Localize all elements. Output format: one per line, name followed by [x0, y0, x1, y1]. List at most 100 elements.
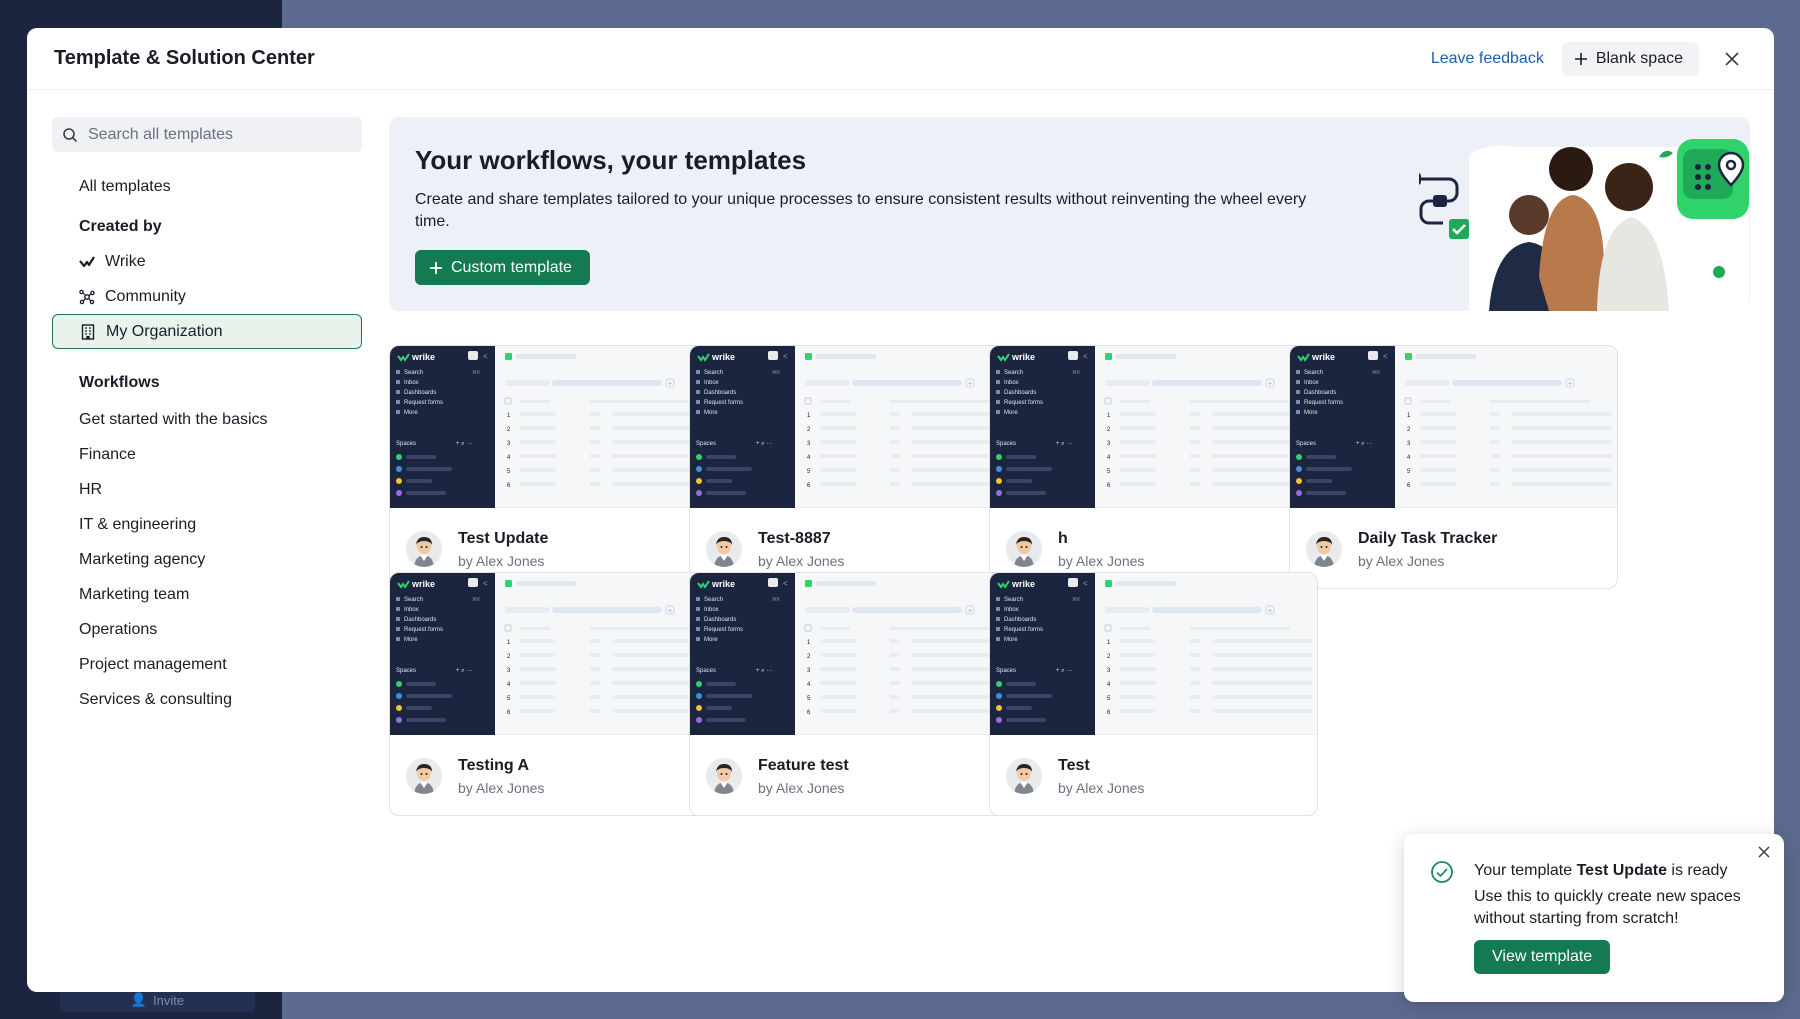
svg-text:+: + — [1268, 381, 1272, 388]
svg-text:6: 6 — [807, 710, 811, 716]
svg-text:Request forms: Request forms — [404, 627, 443, 633]
custom-template-label: Custom template — [451, 258, 572, 276]
svg-text:4: 4 — [807, 682, 811, 688]
svg-text:Inbox: Inbox — [704, 380, 719, 386]
nav-workflow-marketing-agency[interactable]: Marketing agency — [52, 542, 362, 577]
svg-text:Search: Search — [404, 597, 423, 603]
svg-text:<: < — [1383, 352, 1388, 361]
svg-text:Spaces: Spaces — [1296, 441, 1316, 447]
search-box — [52, 117, 362, 152]
template-card-3[interactable]: wrike < Search Inbox Dashboards Request for… — [1289, 345, 1618, 589]
svg-text:3: 3 — [1407, 441, 1411, 447]
plus-icon — [430, 261, 442, 274]
svg-text:4: 4 — [1407, 455, 1411, 461]
svg-text:⌘K: ⌘K — [472, 370, 481, 376]
svg-text:Spaces: Spaces — [996, 668, 1016, 674]
avatar — [706, 531, 742, 567]
avatar — [706, 758, 742, 794]
svg-text:5: 5 — [507, 696, 511, 702]
leave-feedback-link[interactable]: Leave feedback — [1431, 50, 1544, 68]
nav-workflow-basics[interactable]: Get started with the basics — [52, 402, 362, 437]
svg-text:More: More — [1004, 637, 1018, 643]
svg-text:2: 2 — [1107, 427, 1111, 433]
svg-text:⌘K: ⌘K — [772, 370, 781, 376]
nav-created-by-my-organization[interactable]: My Organization — [52, 314, 362, 349]
modal-title: Template & Solution Center — [54, 47, 315, 69]
template-thumbnail: wrike < Search Inbox Dashboards Request for… — [690, 346, 1017, 508]
svg-text:Dashboards: Dashboards — [704, 617, 736, 623]
nav-label: Community — [105, 287, 186, 305]
nav-all-templates[interactable]: All templates — [52, 169, 362, 204]
template-card-text: Test-8887 by Alex Jones — [758, 530, 844, 569]
svg-text:Search: Search — [1004, 597, 1023, 603]
svg-text:<: < — [783, 352, 788, 361]
custom-template-button[interactable]: Custom template — [415, 250, 590, 285]
wrike-check-icon — [79, 254, 95, 270]
template-name: Test — [1058, 756, 1090, 774]
svg-text:+: + — [968, 381, 972, 388]
svg-text:Search: Search — [704, 370, 723, 376]
svg-text:Request forms: Request forms — [704, 627, 743, 633]
nav-workflow-operations[interactable]: Operations — [52, 612, 362, 647]
svg-text:+: + — [668, 381, 672, 388]
svg-text:4: 4 — [507, 455, 511, 461]
svg-text:Spaces: Spaces — [696, 441, 716, 447]
view-template-button[interactable]: View template — [1474, 940, 1611, 974]
svg-text:1: 1 — [807, 640, 811, 646]
svg-text:+: + — [668, 608, 672, 615]
svg-text:<: < — [783, 579, 788, 588]
avatar — [1006, 531, 1042, 567]
template-card-6[interactable]: wrike < Search Inbox Dashboards Request for… — [989, 572, 1318, 816]
nav-workflow-it-engineering[interactable]: IT & engineering — [52, 507, 362, 542]
avatar — [406, 758, 442, 794]
svg-text:Inbox: Inbox — [1004, 380, 1019, 386]
nav-workflow-services-consulting[interactable]: Services & consulting — [52, 682, 362, 717]
template-card-4[interactable]: wrike < Search Inbox Dashboards Request for… — [389, 572, 718, 816]
modal-header: Template & Solution Center Leave feedbac… — [27, 28, 1774, 90]
template-card-text: Test Update by Alex Jones — [458, 530, 548, 569]
svg-text:Spaces: Spaces — [696, 668, 716, 674]
template-card-2[interactable]: wrike < Search Inbox Dashboards Request for… — [989, 345, 1318, 589]
nav-workflow-marketing-team[interactable]: Marketing team — [52, 577, 362, 612]
svg-text:+: + — [1268, 608, 1272, 615]
svg-text:Spaces: Spaces — [396, 441, 416, 447]
svg-text:Dashboards: Dashboards — [704, 390, 736, 396]
thumbnail-preview: wrike < Search Inbox Dashboards Request for… — [996, 578, 1312, 723]
blank-space-button[interactable]: Blank space — [1561, 41, 1699, 76]
svg-text:wrike: wrike — [411, 352, 435, 362]
svg-text:Search: Search — [1004, 370, 1023, 376]
svg-text:wrike: wrike — [1311, 352, 1335, 362]
svg-text:+: + — [1568, 381, 1572, 388]
close-toast-icon[interactable] — [1756, 844, 1772, 860]
template-thumbnail: wrike < Search Inbox Dashboards Request for… — [990, 346, 1317, 508]
svg-text:+ ⌕ ···: + ⌕ ··· — [456, 441, 472, 447]
nav-created-by-wrike[interactable]: Wrike — [52, 244, 362, 279]
template-card-text: Daily Task Tracker by Alex Jones — [1358, 530, 1497, 569]
svg-text:Dashboards: Dashboards — [404, 617, 436, 623]
template-card-1[interactable]: wrike < Search Inbox Dashboards Request for… — [689, 345, 1018, 589]
template-thumbnail: wrike < Search Inbox Dashboards Request for… — [1290, 346, 1617, 508]
workflow-icon — [1419, 173, 1469, 239]
search-input[interactable] — [88, 125, 338, 144]
svg-text:More: More — [1304, 410, 1318, 416]
add-user-icon: 👤 — [130, 992, 148, 1007]
svg-text:6: 6 — [507, 483, 511, 489]
thumbnail-preview: wrike < Search Inbox Dashboards Request for… — [1296, 351, 1612, 496]
svg-text:+: + — [968, 608, 972, 615]
nav-label: Wrike — [105, 252, 146, 270]
svg-text:Inbox: Inbox — [704, 607, 719, 613]
template-card-0[interactable]: wrike < Search Inbox Dashboards Request for… — [389, 345, 718, 589]
svg-text:wrike: wrike — [1011, 579, 1035, 589]
nav-workflow-hr[interactable]: HR — [52, 472, 362, 507]
nav-workflow-finance[interactable]: Finance — [52, 437, 362, 472]
svg-text:More: More — [704, 637, 718, 643]
svg-text:<: < — [483, 352, 488, 361]
template-card-5[interactable]: wrike < Search Inbox Dashboards Request for… — [689, 572, 1018, 816]
nav-created-by-community[interactable]: Community — [52, 279, 362, 314]
template-card-text: h by Alex Jones — [1058, 530, 1144, 569]
close-modal-button[interactable] — [1717, 44, 1747, 74]
svg-text:3: 3 — [1107, 441, 1111, 447]
nav-workflow-project-management[interactable]: Project management — [52, 647, 362, 682]
svg-text:5: 5 — [807, 696, 811, 702]
svg-text:4: 4 — [1107, 682, 1111, 688]
